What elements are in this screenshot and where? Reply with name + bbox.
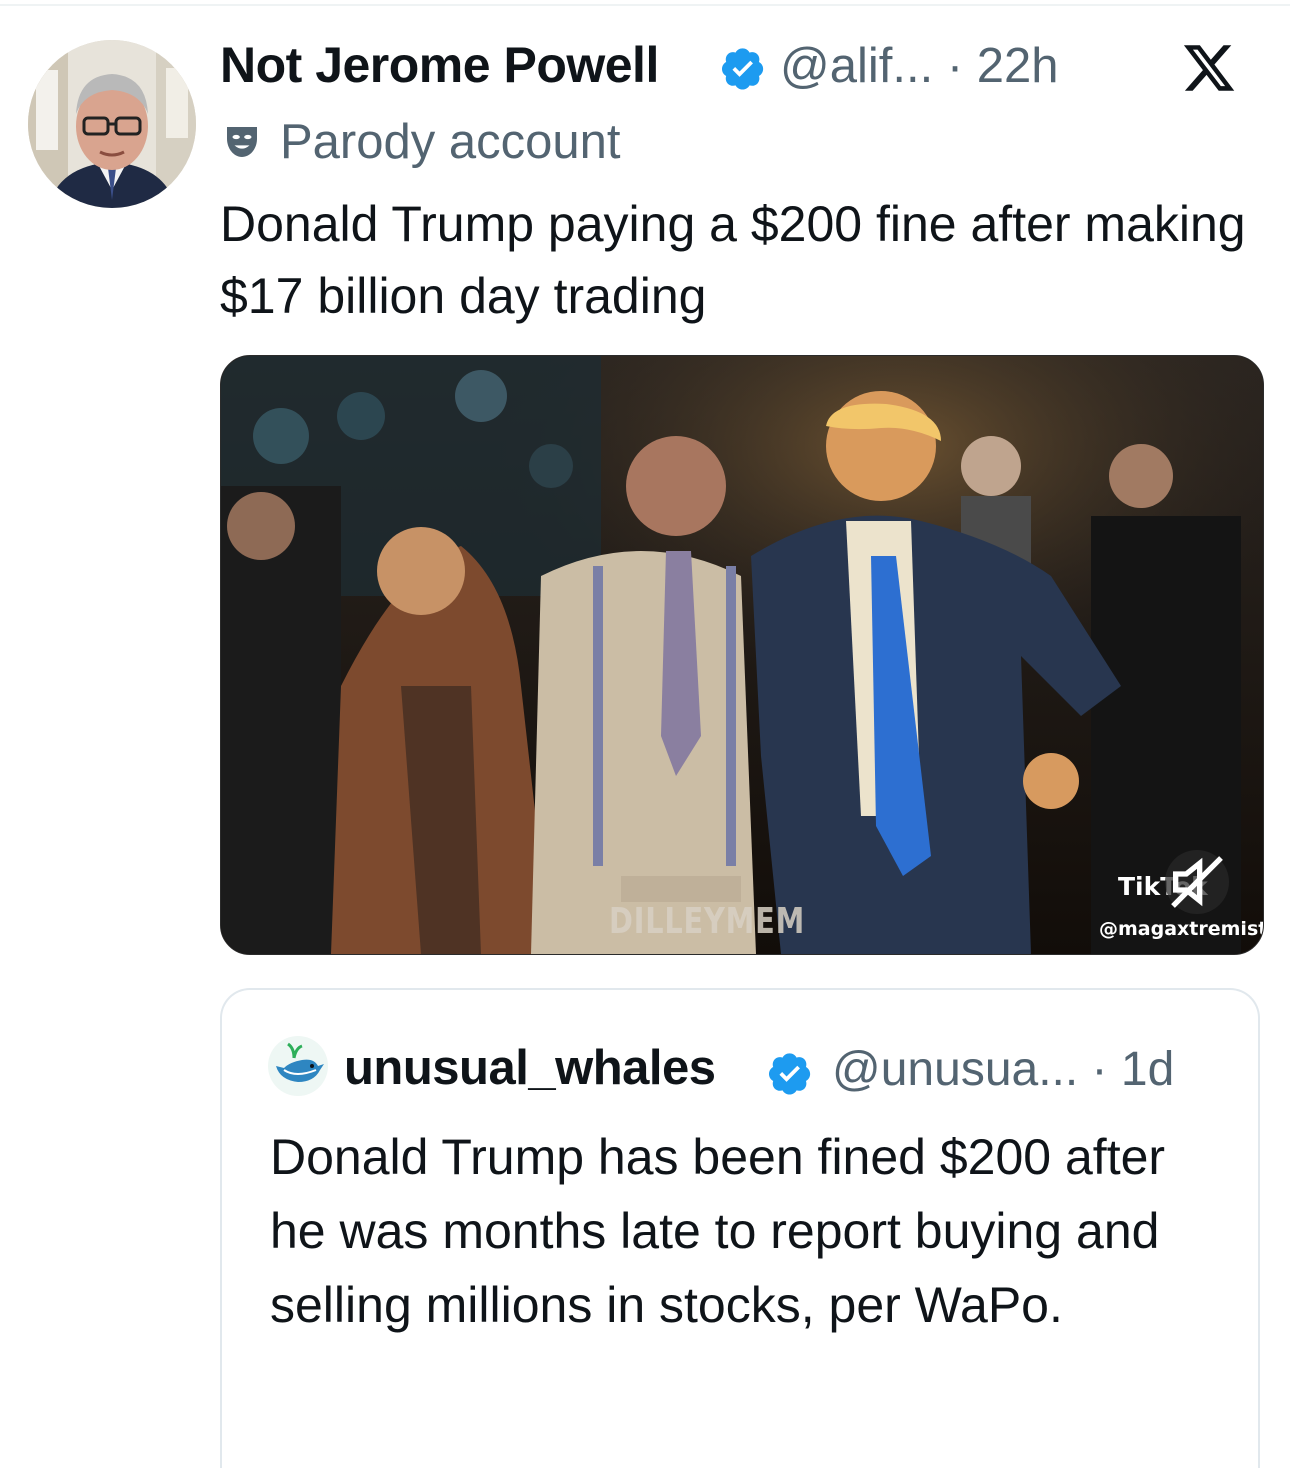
tweet-header: Not Jerome Powell @alif... · 22h — [220, 30, 1265, 100]
video-overlay-text: DILLEYMEM — [609, 901, 806, 942]
whale-icon — [276, 1042, 324, 1082]
parody-label: Parody account — [280, 115, 621, 169]
verified-badge-icon — [768, 1053, 811, 1095]
quote-handle-and-time[interactable]: @unusua... · 1d — [832, 1042, 1174, 1097]
verified-badge-icon — [721, 48, 764, 90]
quote-text: Donald Trump has been fined $200 after h… — [270, 1129, 1166, 1333]
muted-speaker-icon — [1171, 856, 1223, 908]
quoted-tweet[interactable]: unusual_whales @unusua... · 1d Donald Tr… — [220, 988, 1260, 1468]
display-name[interactable]: Not Jerome Powell — [220, 36, 659, 94]
mute-button[interactable] — [1165, 850, 1229, 914]
quote-avatar[interactable] — [268, 1036, 328, 1096]
x-logo-icon[interactable] — [1180, 40, 1238, 96]
video-frame — [221, 356, 1263, 954]
avatar[interactable] — [28, 40, 196, 208]
video-player[interactable]: DILLEYMEM TikTok @magaxtremist — [220, 355, 1264, 955]
theater-mask-icon — [227, 127, 257, 157]
tweet-text: Donald Trump paying a $200 fine after ma… — [220, 196, 1246, 324]
top-divider — [0, 4, 1290, 6]
handle-and-time[interactable]: @alif... · 22h — [780, 38, 1059, 94]
quote-display-name[interactable]: unusual_whales — [344, 1040, 716, 1096]
